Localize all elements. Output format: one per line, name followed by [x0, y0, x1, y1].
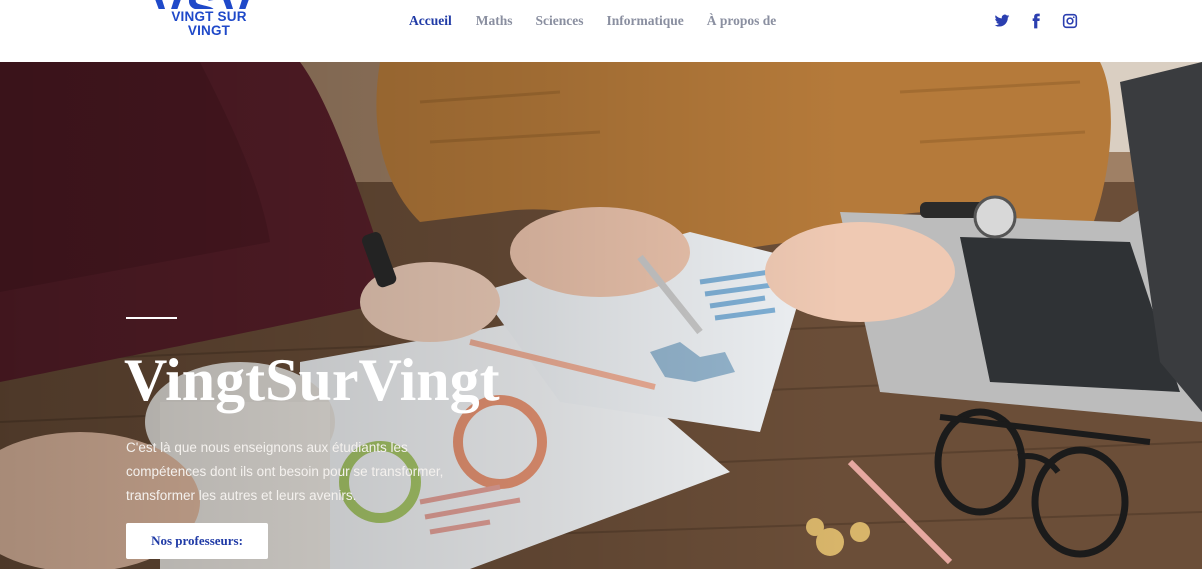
nav-item-sciences[interactable]: Sciences	[536, 13, 584, 29]
logo-wordmark: VINGT SUR VINGT	[152, 9, 266, 38]
social-links	[994, 13, 1078, 29]
nav-item-informatique[interactable]: Informatique	[607, 13, 684, 29]
hero-section: VingtSurVingt C'est là que nous enseigno…	[0, 62, 1202, 569]
hero-title: VingtSurVingt	[124, 347, 500, 413]
site-logo[interactable]: VSV VINGT SUR VINGT	[150, 0, 268, 40]
hero-accent-line	[126, 317, 177, 319]
main-nav: Accueil Maths Sciences Informatique À pr…	[409, 13, 776, 29]
instagram-icon[interactable]	[1062, 13, 1078, 29]
twitter-icon[interactable]	[994, 13, 1010, 29]
facebook-icon[interactable]	[1028, 13, 1044, 29]
nav-item-accueil[interactable]: Accueil	[409, 13, 452, 29]
nav-item-a-propos[interactable]: À propos de	[707, 13, 777, 29]
professors-button[interactable]: Nos professeurs:	[126, 523, 268, 559]
hero-description: C'est là que nous enseignons aux étudian…	[126, 440, 444, 503]
site-header: VSV VINGT SUR VINGT Accueil Maths Scienc…	[0, 0, 1202, 62]
nav-item-maths[interactable]: Maths	[476, 13, 513, 29]
